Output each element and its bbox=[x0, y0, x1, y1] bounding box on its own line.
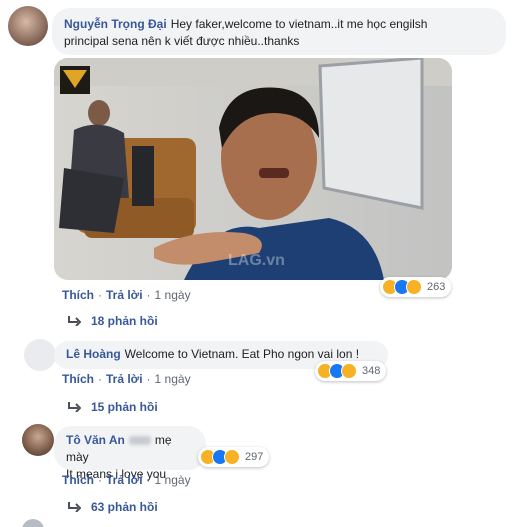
reply-arrow-icon bbox=[68, 502, 81, 512]
video-player[interactable]: LAG.vn bbox=[54, 58, 452, 280]
reply-link[interactable]: Trả lời bbox=[106, 288, 143, 302]
like-link[interactable]: Thích bbox=[62, 288, 94, 302]
comment-text: Hey faker,welcome to vietnam..it me học … bbox=[170, 17, 428, 31]
video-watermark: LAG.vn bbox=[228, 252, 285, 269]
comment-author[interactable]: Lê Hoàng bbox=[66, 347, 121, 361]
avatar[interactable] bbox=[8, 6, 48, 46]
avatar[interactable] bbox=[24, 339, 56, 371]
comment-bubble: Tô Văn An mẹ mày It means i love you bbox=[54, 426, 206, 481]
like-link[interactable]: Thích bbox=[62, 372, 94, 386]
timestamp[interactable]: 1 ngày bbox=[155, 473, 191, 487]
replies-count: 63 phản hồi bbox=[91, 500, 158, 514]
comment-actions: Thích · Trả lời · 1 ngày bbox=[62, 473, 191, 487]
reply-link[interactable]: Trả lời bbox=[106, 473, 143, 487]
comment-author[interactable]: Nguyễn Trọng Đại bbox=[64, 17, 167, 31]
comment-author[interactable]: Tô Văn An bbox=[66, 433, 125, 447]
comment-text: Welcome to Vietnam. Eat Pho ngon vai lon… bbox=[124, 347, 360, 361]
comment-bubble: Nguyễn Trọng Đại Hey faker,welcome to vie… bbox=[52, 8, 506, 55]
avatar[interactable] bbox=[22, 424, 54, 456]
like-link[interactable]: Thích bbox=[62, 473, 94, 487]
replies-count: 18 phản hồi bbox=[91, 314, 158, 328]
comment-actions: Thích · Trả lời · 1 ngày bbox=[62, 372, 191, 386]
view-replies[interactable]: 63 phản hồi bbox=[68, 500, 158, 514]
reply-arrow-icon bbox=[68, 402, 81, 412]
timestamp[interactable]: 1 ngày bbox=[155, 288, 191, 302]
reply-link[interactable]: Trả lời bbox=[106, 372, 143, 386]
reaction-count: 263 bbox=[427, 281, 446, 293]
reply-arrow-icon bbox=[68, 316, 81, 326]
sad-icon bbox=[406, 279, 422, 295]
reactions-summary[interactable]: 263 bbox=[380, 277, 452, 297]
replies-count: 15 phản hồi bbox=[91, 400, 158, 414]
avatar[interactable] bbox=[22, 519, 44, 527]
view-replies[interactable]: 18 phản hồi bbox=[68, 314, 158, 328]
view-replies[interactable]: 15 phản hồi bbox=[68, 400, 158, 414]
reactions-summary[interactable]: 297 bbox=[198, 447, 270, 467]
redacted-text bbox=[128, 436, 151, 446]
comment-actions: Thích · Trả lời · 1 ngày bbox=[62, 288, 191, 302]
reaction-count: 348 bbox=[362, 365, 381, 377]
comment-text: principal sena nên k viết được nhiều..th… bbox=[64, 34, 300, 48]
sad-icon bbox=[341, 363, 357, 379]
video-frame bbox=[54, 58, 452, 280]
sad-icon bbox=[224, 449, 240, 465]
reaction-count: 297 bbox=[245, 451, 264, 463]
reactions-summary[interactable]: 348 bbox=[315, 361, 387, 381]
timestamp[interactable]: 1 ngày bbox=[155, 372, 191, 386]
